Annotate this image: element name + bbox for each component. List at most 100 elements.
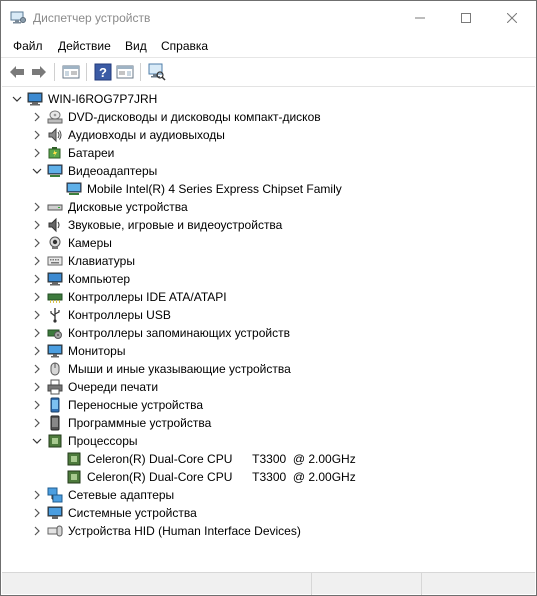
device-manager-app-icon (10, 11, 26, 24)
tree-category-row[interactable]: Камеры (2, 234, 532, 252)
chevron-down-icon[interactable] (31, 435, 43, 447)
tree-root-label: WIN-I6ROG7P7JRH (48, 92, 158, 106)
back-arrow-icon (10, 66, 24, 78)
portable-device-icon (47, 397, 63, 413)
tree-category-row-expanded[interactable]: Процессоры (2, 432, 532, 450)
mouse-icon (47, 361, 63, 377)
tree-category-label: Системные устройства (68, 506, 197, 520)
close-icon (507, 13, 517, 23)
tree-category-row[interactable]: Мониторы (2, 342, 532, 360)
minimize-icon (415, 17, 425, 19)
tree-device-row[interactable]: Celeron(R) Dual-Core CPU T3300 @ 2.00GHz (2, 468, 532, 486)
chevron-right-icon[interactable] (31, 309, 43, 321)
tree-category-row[interactable]: Контроллеры USB (2, 306, 532, 324)
chevron-right-icon[interactable] (31, 201, 43, 213)
software-device-icon (47, 415, 63, 431)
chevron-right-icon[interactable] (31, 129, 43, 141)
monitor-icon (47, 343, 63, 359)
maximize-button[interactable] (443, 1, 489, 35)
forward-button[interactable] (29, 62, 49, 82)
usb-icon (47, 307, 63, 323)
menu-help[interactable]: Справка (161, 39, 208, 53)
tree-device-label: Celeron(R) Dual-Core CPU T3300 @ 2.00GHz (87, 452, 356, 466)
network-adapter-icon (47, 487, 63, 503)
tree-category-label: Очереди печати (68, 380, 159, 394)
tree-category-row[interactable]: Устройства HID (Human Interface Devices) (2, 522, 532, 540)
display-adapter-icon (47, 163, 63, 179)
chevron-right-icon[interactable] (31, 489, 43, 501)
tree-category-row[interactable]: Очереди печати (2, 378, 532, 396)
toolbar: ? (1, 57, 536, 85)
chevron-right-icon[interactable] (31, 237, 43, 249)
back-button[interactable] (7, 62, 27, 82)
tree-category-row[interactable]: Программные устройства (2, 414, 532, 432)
chevron-right-icon[interactable] (31, 291, 43, 303)
tree-category-row[interactable]: DVD-дисководы и дисководы компакт-дисков (2, 108, 532, 126)
chevron-right-icon[interactable] (31, 345, 43, 357)
tree-category-row[interactable]: Контроллеры IDE ATA/ATAPI (2, 288, 532, 306)
chevron-right-icon[interactable] (31, 327, 43, 339)
tree-category-label: Мыши и иные указывающие устройства (68, 362, 291, 376)
tree-category-label: Процессоры (68, 434, 138, 448)
chevron-right-icon[interactable] (31, 255, 43, 267)
tree-category-row[interactable]: Звуковые, игровые и видеоустройства (2, 216, 532, 234)
menu-action[interactable]: Действие (58, 39, 111, 53)
ide-controller-icon (47, 289, 63, 305)
chevron-right-icon[interactable] (31, 381, 43, 393)
tree-device-row[interactable]: Mobile Intel(R) 4 Series Express Chipset… (2, 180, 532, 198)
chevron-right-icon[interactable] (31, 111, 43, 123)
menu-file[interactable]: Файл (13, 39, 43, 53)
tree-category-label: Контроллеры USB (68, 308, 171, 322)
scan-hardware-button[interactable] (147, 62, 167, 82)
help-icon: ? (94, 63, 112, 81)
chevron-down-icon[interactable] (11, 93, 23, 105)
storage-controller-icon (47, 325, 63, 341)
show-hide-console-tree-button[interactable] (61, 62, 81, 82)
toolbar-separator (140, 63, 141, 81)
tree-device-row[interactable]: Celeron(R) Dual-Core CPU T3300 @ 2.00GHz (2, 450, 532, 468)
tree-device-label: Mobile Intel(R) 4 Series Express Chipset… (87, 182, 342, 196)
chevron-right-icon[interactable] (31, 147, 43, 159)
tree-category-row[interactable]: Системные устройства (2, 504, 532, 522)
menu-view[interactable]: Вид (125, 39, 147, 53)
chevron-right-icon[interactable] (31, 363, 43, 375)
device-manager-window: Диспетчер устройств Файл Действие Вид Сп… (0, 0, 537, 596)
toolbar-separator (86, 63, 87, 81)
tree-category-label: DVD-дисководы и дисководы компакт-дисков (68, 110, 321, 124)
tree-category-row[interactable]: Компьютер (2, 270, 532, 288)
tree-category-row[interactable]: Дисковые устройства (2, 198, 532, 216)
tree-category-label: Дисковые устройства (68, 200, 188, 214)
chevron-right-icon[interactable] (31, 219, 43, 231)
chevron-down-icon[interactable] (31, 165, 43, 177)
chevron-right-icon[interactable] (31, 399, 43, 411)
chevron-right-icon[interactable] (31, 417, 43, 429)
dvd-drive-icon (47, 109, 63, 125)
tree-category-row[interactable]: Контроллеры запоминающих устройств (2, 324, 532, 342)
tree-root-row[interactable]: WIN-I6ROG7P7JRH (2, 90, 532, 108)
tree-category-row[interactable]: Мыши и иные указывающие устройства (2, 360, 532, 378)
svg-text:?: ? (99, 65, 107, 80)
tree-category-row[interactable]: Сетевые адаптеры (2, 486, 532, 504)
chevron-right-icon[interactable] (31, 525, 43, 537)
tree-category-row[interactable]: Переносные устройства (2, 396, 532, 414)
properties-button[interactable] (115, 62, 135, 82)
help-button[interactable]: ? (93, 62, 113, 82)
chevron-right-icon[interactable] (31, 507, 43, 519)
hid-icon (47, 523, 63, 539)
keyboard-icon (47, 253, 63, 269)
tree-category-row[interactable]: Аудиовходы и аудиовыходы (2, 126, 532, 144)
minimize-button[interactable] (397, 1, 443, 35)
title-bar[interactable]: Диспетчер устройств (1, 1, 536, 35)
console-tree-icon (62, 65, 80, 79)
processor-device-icon (66, 469, 82, 485)
tree-category-row[interactable]: Клавиатуры (2, 252, 532, 270)
forward-arrow-icon (32, 66, 46, 78)
chevron-right-icon[interactable] (31, 273, 43, 285)
close-button[interactable] (489, 1, 535, 35)
tree-category-label: Переносные устройства (68, 398, 204, 412)
tree-category-label: Устройства HID (Human Interface Devices) (68, 524, 301, 538)
status-bar (2, 572, 535, 595)
tree-category-row-expanded[interactable]: Видеоадаптеры (2, 162, 532, 180)
tree-category-row[interactable]: Батареи (2, 144, 532, 162)
toolbar-separator (54, 63, 55, 81)
